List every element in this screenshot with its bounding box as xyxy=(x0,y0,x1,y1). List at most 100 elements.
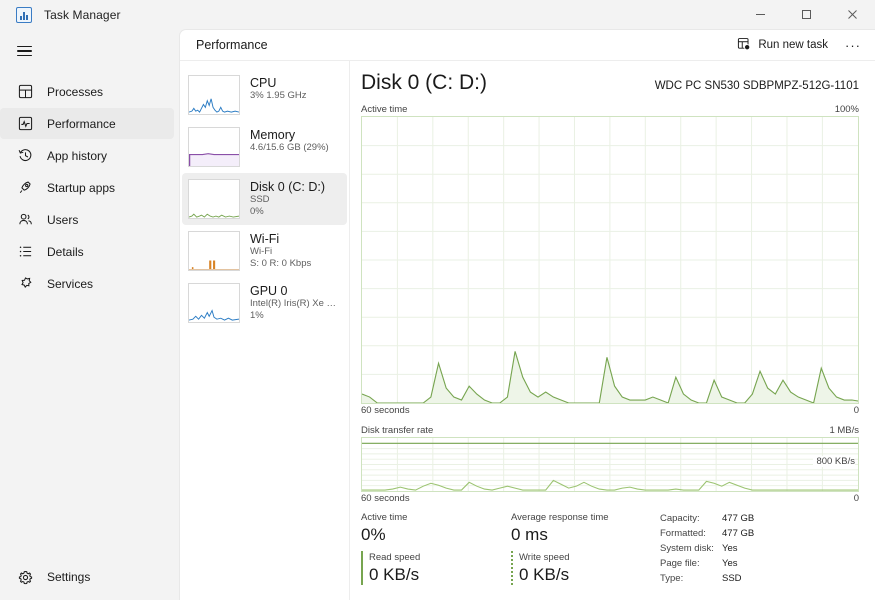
page-title: Performance xyxy=(196,38,268,52)
resource-item-wifi[interactable]: Wi-Fi Wi-Fi S: 0 R: 0 Kbps xyxy=(182,225,347,277)
close-button[interactable] xyxy=(829,0,875,29)
info-value: 477 GB xyxy=(722,513,755,524)
avg-response-value: 0 ms xyxy=(511,525,548,544)
stats-column-middle: Average response time 0 ms Write speed 0… xyxy=(511,511,656,586)
active-time-graph-max: 100% xyxy=(834,104,859,115)
users-icon xyxy=(17,211,34,228)
startup-apps-icon xyxy=(17,179,34,196)
active-time-graph-axis: 60 seconds 0 xyxy=(361,405,859,416)
sidebar-item-services[interactable]: Services xyxy=(0,268,174,299)
sidebar-item-processes[interactable]: Processes xyxy=(0,76,174,107)
active-time-graph-labels: Active time 100% xyxy=(361,104,859,115)
gpu-mini-graph xyxy=(188,283,240,323)
memory-mini-graph xyxy=(188,127,240,167)
read-speed-stat: Read speed 0 KB/s xyxy=(361,551,511,585)
avg-response-stat: Average response time 0 ms xyxy=(511,511,656,545)
resource-detail-1: 4.6/15.6 GB (29%) xyxy=(250,142,329,153)
more-options-icon[interactable]: ··· xyxy=(839,33,867,58)
active-time-stat-value: 0% xyxy=(361,525,386,544)
info-row: System disk: Yes xyxy=(660,541,754,556)
performance-icon xyxy=(17,115,34,132)
resource-item-cpu[interactable]: CPU 3% 1.95 GHz xyxy=(182,69,347,121)
sidebar-item-users[interactable]: Users xyxy=(0,204,174,235)
run-new-task-label: Run new task xyxy=(758,39,828,51)
transfer-rate-graph-max: 1 MB/s xyxy=(829,425,859,436)
info-key: Formatted: xyxy=(660,528,706,539)
command-bar: Performance Run new task ··· xyxy=(180,30,875,61)
resource-item-gpu-0[interactable]: GPU 0 Intel(R) Iris(R) Xe G… 1% xyxy=(182,277,347,329)
wifi-mini-graph xyxy=(188,231,240,271)
resource-item-text: Wi-Fi Wi-Fi S: 0 R: 0 Kbps xyxy=(250,231,311,270)
resource-item-disk-0[interactable]: Disk 0 (C: D:) SSD 0% xyxy=(182,173,347,225)
sidebar-item-label: Services xyxy=(47,276,94,291)
disk-detail-panel: Disk 0 (C: D:) WDC PC SN530 SDBPMPZ-512G… xyxy=(350,61,875,600)
transfer-rate-graph-axis: 60 seconds 0 xyxy=(361,493,859,504)
task-manager-window: Task Manager Processes Performance App h… xyxy=(0,0,875,600)
info-value: Yes xyxy=(722,558,738,569)
sidebar-item-app-history[interactable]: App history xyxy=(0,140,174,171)
info-value: 477 GB xyxy=(722,528,755,539)
sidebar-item-label: Details xyxy=(47,244,84,259)
window-body: Processes Performance App history Startu… xyxy=(0,29,875,600)
transfer-rate-x-left: 60 seconds xyxy=(361,493,410,504)
hamburger-menu-icon[interactable] xyxy=(0,33,179,69)
sidebar-settings-label: Settings xyxy=(47,570,91,584)
read-speed-text: Read speed 0 KB/s xyxy=(369,551,420,585)
resource-detail-1: Intel(R) Iris(R) Xe G… xyxy=(250,298,341,309)
resource-name: Memory xyxy=(250,128,296,142)
sidebar-item-label: Users xyxy=(47,212,79,227)
transfer-rate-graph: 800 KB/s xyxy=(361,437,859,492)
resource-name: GPU 0 xyxy=(250,284,288,298)
transfer-rate-marker-label: 800 KB/s xyxy=(813,456,855,467)
sidebar-item-performance[interactable]: Performance xyxy=(0,108,174,139)
services-icon xyxy=(17,275,34,292)
sidebar-item-settings[interactable]: Settings xyxy=(0,560,174,594)
window-controls xyxy=(737,0,875,29)
info-value: SSD xyxy=(722,573,742,584)
read-speed-color-bar xyxy=(361,551,363,585)
processes-icon xyxy=(17,83,34,100)
sidebar-item-details[interactable]: Details xyxy=(0,236,174,267)
run-new-task-button[interactable]: Run new task xyxy=(728,33,837,58)
resource-detail-1: 3% 1.95 GHz xyxy=(250,90,307,101)
detail-header: Disk 0 (C: D:) WDC PC SN530 SDBPMPZ-512G… xyxy=(361,71,859,95)
info-row: Page file: Yes xyxy=(660,556,754,571)
write-speed-text: Write speed 0 KB/s xyxy=(519,551,570,585)
avg-response-caption: Average response time xyxy=(511,512,609,523)
disk-stats: Active time 0% Read speed 0 KB/s Average… xyxy=(361,511,859,586)
info-key: Capacity: xyxy=(660,513,700,524)
performance-resource-list: CPU 3% 1.95 GHz Memory 4.6/15.6 GB (29%)… xyxy=(180,61,350,600)
info-key: Page file: xyxy=(660,558,700,569)
info-row: Type: SSD xyxy=(660,571,754,586)
resource-name: Wi-Fi xyxy=(250,232,280,246)
info-value: Yes xyxy=(722,543,738,554)
minimize-button[interactable] xyxy=(737,0,783,29)
active-time-stat-caption: Active time xyxy=(361,512,408,523)
task-manager-icon xyxy=(16,6,32,23)
read-speed-value: 0 KB/s xyxy=(369,565,420,584)
resource-detail-2: 1% xyxy=(250,310,264,321)
sidebar-items: Processes Performance App history Startu… xyxy=(0,75,179,300)
transfer-rate-graph-svg xyxy=(362,438,858,491)
detail-model: WDC PC SN530 SDBPMPZ-512G-1101 xyxy=(654,80,859,92)
stats-column-left: Active time 0% Read speed 0 KB/s xyxy=(361,511,511,586)
maximize-button[interactable] xyxy=(783,0,829,29)
window-title: Task Manager xyxy=(44,7,121,22)
resource-item-text: CPU 3% 1.95 GHz xyxy=(250,75,307,102)
gear-icon xyxy=(17,569,34,586)
command-bar-actions: Run new task ··· xyxy=(728,33,867,58)
resource-detail-1: Wi-Fi xyxy=(250,246,273,257)
disk-info-table: Capacity: 477 GB Formatted: 477 GB Syste… xyxy=(660,511,754,586)
sidebar-item-startup-apps[interactable]: Startup apps xyxy=(0,172,174,203)
active-time-x-right: 0 xyxy=(853,405,859,416)
details-icon xyxy=(17,243,34,260)
write-speed-value: 0 KB/s xyxy=(519,565,570,584)
resource-item-memory[interactable]: Memory 4.6/15.6 GB (29%) xyxy=(182,121,347,173)
read-speed-caption: Read speed xyxy=(369,552,421,563)
main-pane: Performance Run new task ··· CPU 3% 1.95… xyxy=(179,29,875,600)
resource-name: Disk 0 (C: D:) xyxy=(250,180,325,194)
transfer-rate-x-right: 0 xyxy=(853,493,859,504)
run-new-task-icon xyxy=(737,37,751,54)
resource-item-text: GPU 0 Intel(R) Iris(R) Xe G… 1% xyxy=(250,283,341,322)
